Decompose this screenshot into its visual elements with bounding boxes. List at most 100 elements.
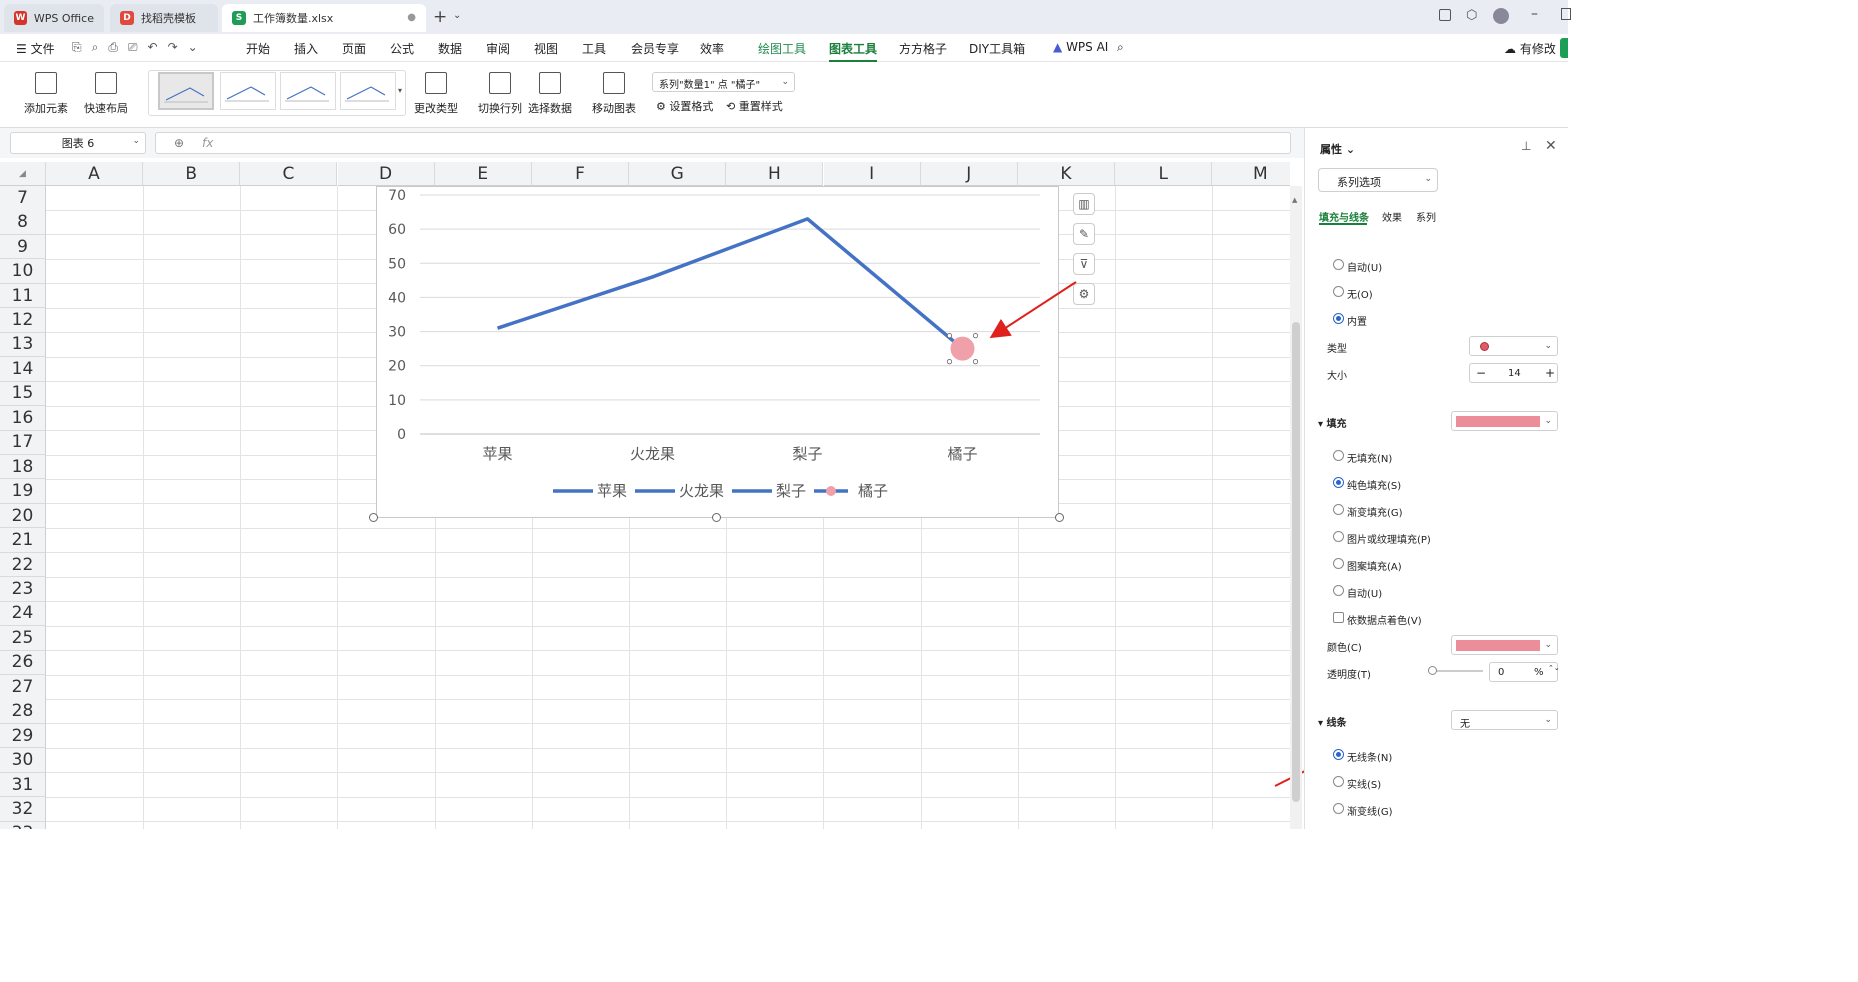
row-header-15[interactable]: 15 xyxy=(0,381,46,407)
row-header-25[interactable]: 25 xyxy=(0,626,46,651)
chart-filter-icon[interactable]: ⊽ xyxy=(1073,253,1095,275)
menu-home[interactable]: 开始 xyxy=(246,40,270,57)
change-type-button[interactable]: 更改类型 xyxy=(414,62,458,116)
panel-title[interactable]: 属性 ⌄ xyxy=(1320,141,1355,157)
menu-view[interactable]: 视图 xyxy=(534,40,558,57)
avatar[interactable] xyxy=(1493,8,1509,24)
minimize-icon[interactable]: – xyxy=(1531,6,1538,22)
column-header-e[interactable]: E xyxy=(434,162,532,186)
maximize-icon[interactable] xyxy=(1561,8,1571,20)
transparency-slider[interactable] xyxy=(1431,670,1483,672)
tab-template[interactable]: D 找稻壳模板 xyxy=(110,4,218,32)
menu-drawing-tools[interactable]: 绘图工具 xyxy=(758,40,806,57)
window-tile-icon[interactable] xyxy=(1439,9,1451,21)
fill-option-radio[interactable] xyxy=(1333,531,1344,542)
row-header-13[interactable]: 13 xyxy=(0,332,46,358)
menu-data[interactable]: 数据 xyxy=(438,40,462,57)
line-option-radio[interactable] xyxy=(1333,776,1344,787)
fill-option-radio[interactable] xyxy=(1333,504,1344,515)
fx-icon[interactable]: fx xyxy=(202,136,213,150)
line-option-radio[interactable] xyxy=(1333,803,1344,814)
column-header-k[interactable]: K xyxy=(1018,162,1115,186)
line-section-header[interactable]: ▾ 线条 xyxy=(1318,714,1347,729)
line-chart[interactable]: 0 10 20 30 40 50 60 70 苹果 火龙果 梨子 橘子 苹果 火龙果 梨子 橘子 ▥ ✎ ⊽ … xyxy=(376,186,1095,518)
quick-access-icons[interactable]: ⎘⌕⎙⎚↶↷⌄ xyxy=(72,40,208,55)
fill-option-radio[interactable] xyxy=(1333,450,1344,461)
gallery-more-icon[interactable]: ▾ xyxy=(398,86,402,95)
modified-status[interactable]: ☁ 有修改 xyxy=(1504,40,1556,57)
switch-rowcol-button[interactable]: 切换行列 xyxy=(478,62,522,116)
cube-icon[interactable]: ⬡ xyxy=(1466,8,1477,23)
resize-handle-bottom[interactable] xyxy=(712,513,721,522)
line-option-radio[interactable] xyxy=(1333,749,1344,760)
row-header-30[interactable]: 30 xyxy=(0,748,46,773)
menu-efficiency[interactable]: 效率 xyxy=(700,40,724,57)
add-element-button[interactable]: 添加元素 xyxy=(24,62,68,116)
menu-diy-toolbox[interactable]: DIY工具箱 xyxy=(969,40,1025,57)
fill-option-radio[interactable] xyxy=(1333,585,1344,596)
row-header-17[interactable]: 17 xyxy=(0,430,46,455)
marker-size-value[interactable]: 14 xyxy=(1508,368,1521,379)
select-all-corner[interactable]: ◢ xyxy=(0,162,46,186)
column-header-g[interactable]: G xyxy=(629,162,727,186)
file-menu[interactable]: ☰ 文件 xyxy=(16,40,55,57)
menu-insert[interactable]: 插入 xyxy=(294,40,318,57)
menu-chart-tools[interactable]: 图表工具 xyxy=(829,40,878,62)
vertical-scrollbar[interactable]: ▲ xyxy=(1290,186,1302,829)
row-header-10[interactable]: 10 xyxy=(0,259,46,284)
line-style-select[interactable]: 无 ⌄ xyxy=(1451,710,1558,730)
vary-colors-checkbox[interactable] xyxy=(1333,612,1344,623)
increase-icon[interactable]: + xyxy=(1545,366,1555,380)
row-header-32[interactable]: 32 xyxy=(0,797,46,822)
menu-review[interactable]: 审阅 xyxy=(486,40,510,57)
side-handle[interactable] xyxy=(1560,38,1568,58)
row-header-26[interactable]: 26 xyxy=(0,650,46,676)
column-header-f[interactable]: F xyxy=(532,162,629,186)
chart-style-3[interactable] xyxy=(280,72,336,110)
row-header-16[interactable]: 16 xyxy=(0,406,46,431)
row-header-20[interactable]: 20 xyxy=(0,503,46,529)
marker-size-stepper[interactable]: − 14 + xyxy=(1469,363,1558,383)
row-header-18[interactable]: 18 xyxy=(0,454,46,480)
chart-style-1[interactable] xyxy=(158,72,214,110)
color-select[interactable]: ⌄ xyxy=(1451,635,1558,655)
chart-style-4[interactable] xyxy=(340,72,396,110)
zoom-icon[interactable]: ⊕ xyxy=(174,136,184,150)
marker-type-select[interactable]: ⌄ xyxy=(1469,336,1558,356)
set-format-button[interactable]: ⚙ 设置格式 xyxy=(656,98,713,114)
column-header-h[interactable]: H xyxy=(726,162,824,186)
row-header-19[interactable]: 19 xyxy=(0,479,46,504)
menu-tools[interactable]: 工具 xyxy=(582,40,606,57)
row-header-7[interactable]: 7 xyxy=(0,186,46,211)
row-header-12[interactable]: 12 xyxy=(0,308,46,333)
new-tab-icon[interactable]: + xyxy=(433,7,447,27)
column-header-c[interactable]: C xyxy=(240,162,338,186)
row-header-14[interactable]: 14 xyxy=(0,357,46,382)
menu-formula[interactable]: 公式 xyxy=(390,40,414,57)
tab-effects[interactable]: 效果 xyxy=(1382,209,1402,224)
row-header-24[interactable]: 24 xyxy=(0,601,46,627)
row-header-28[interactable]: 28 xyxy=(0,699,46,724)
transparency-value[interactable]: 0 xyxy=(1498,667,1504,678)
quick-layout-button[interactable]: 快速布局 xyxy=(84,62,128,116)
row-header-21[interactable]: 21 xyxy=(0,528,46,553)
menu-ffgz[interactable]: 方方格子 xyxy=(899,40,947,57)
data-point-marker-orange[interactable] xyxy=(950,336,975,361)
marker-option-radio[interactable] xyxy=(1333,286,1344,297)
fill-option-radio[interactable] xyxy=(1333,477,1344,488)
fill-color-select[interactable]: ⌄ xyxy=(1451,411,1558,431)
chart-elements-icon[interactable]: ▥ xyxy=(1073,193,1095,215)
decrease-icon[interactable]: − xyxy=(1476,366,1486,380)
chart-element-select[interactable]: 系列"数量1" 点 "橘子" ⌄ xyxy=(652,72,795,92)
column-header-l[interactable]: L xyxy=(1115,162,1213,186)
formula-input[interactable]: ⊕ fx xyxy=(155,132,1291,154)
row-header-11[interactable]: 11 xyxy=(0,283,46,309)
column-header-i[interactable]: I xyxy=(823,162,921,186)
name-box[interactable]: 图表 6 ⌄ xyxy=(10,132,146,154)
chart-style-brush-icon[interactable]: ✎ xyxy=(1073,223,1095,245)
row-header-9[interactable]: 9 xyxy=(0,234,46,260)
row-header-23[interactable]: 23 xyxy=(0,577,46,602)
tab-list-chevron-icon[interactable]: ⌄ xyxy=(453,10,461,21)
series-options-select[interactable]: 系列选项 ⌄ xyxy=(1318,168,1438,192)
select-data-button[interactable]: 选择数据 xyxy=(528,62,572,116)
